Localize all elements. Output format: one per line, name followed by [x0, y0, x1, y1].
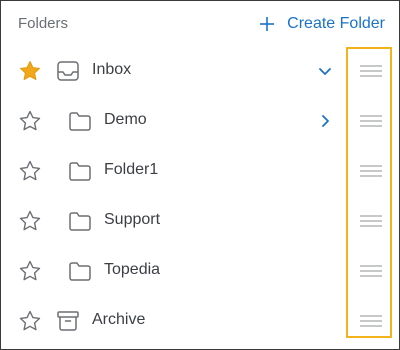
folder-icon [69, 112, 91, 131]
create-folder-button[interactable]: Create Folder [259, 9, 385, 39]
star-outline-icon[interactable] [18, 209, 42, 233]
star-outline-icon[interactable] [18, 159, 42, 183]
folder-icon [69, 212, 91, 231]
drag-handle-icon[interactable] [360, 64, 382, 78]
folder-label: Folder1 [104, 161, 159, 178]
star-outline-icon[interactable] [18, 309, 42, 333]
folder-row-topedia[interactable]: Topedia [1, 246, 341, 296]
drag-handle-icon[interactable] [360, 314, 382, 328]
folder-label: Topedia [104, 261, 161, 278]
plus-icon [260, 17, 275, 31]
star-outline-icon[interactable] [18, 259, 42, 283]
folders-header: Folders Create Folder [1, 1, 399, 47]
folder-label: Demo [104, 111, 147, 128]
reorder-handle-column [346, 47, 392, 338]
drag-handle-icon[interactable] [360, 214, 382, 228]
drag-handle-icon[interactable] [360, 264, 382, 278]
folder-row-inbox[interactable]: Inbox [1, 46, 341, 96]
folder-row-demo[interactable]: Demo [1, 96, 341, 146]
drag-handle-icon[interactable] [360, 114, 382, 128]
folders-title: Folders [18, 15, 69, 32]
create-folder-label: Create Folder [287, 15, 385, 32]
archive-icon [57, 311, 79, 331]
folder-row-folder1[interactable]: Folder1 [1, 146, 341, 196]
folder-label: Archive [92, 311, 146, 328]
folder-icon [69, 162, 91, 181]
chevron-down-icon[interactable] [317, 63, 333, 79]
drag-handle-icon[interactable] [360, 164, 382, 178]
chevron-right-icon[interactable] [317, 113, 333, 129]
folder-icon [69, 262, 91, 281]
folder-label: Support [104, 211, 161, 228]
star-outline-icon[interactable] [18, 109, 42, 133]
folder-row-support[interactable]: Support [1, 196, 341, 246]
folder-label: Inbox [92, 61, 132, 78]
folders-panel: Folders Create Folder Inbox Demo Folder1… [0, 0, 400, 350]
star-filled-icon[interactable] [18, 59, 42, 83]
folder-row-archive[interactable]: Archive [1, 296, 341, 346]
inbox-icon [57, 61, 79, 81]
